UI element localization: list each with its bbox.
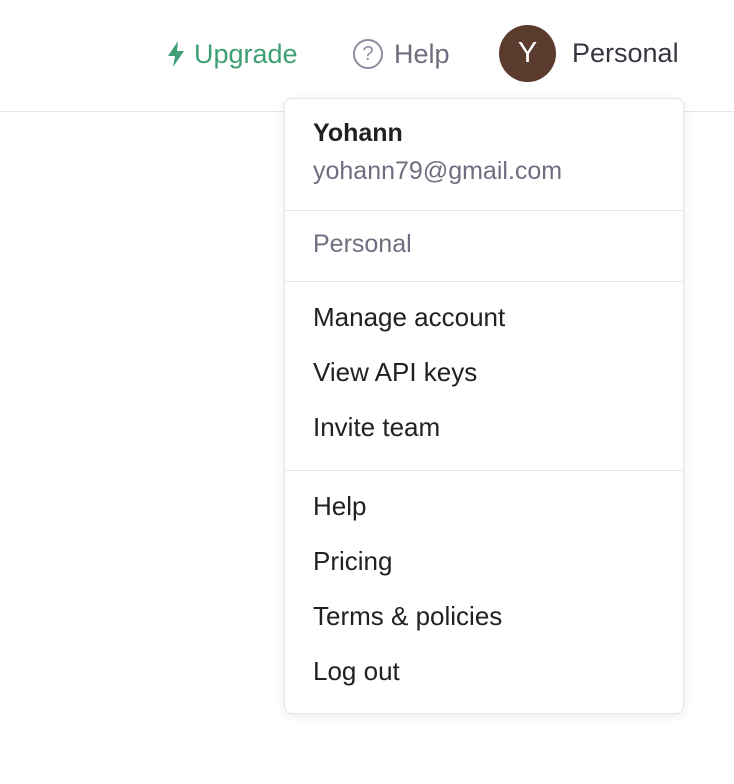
pricing-item[interactable]: Pricing [313, 546, 392, 577]
account-menu-button[interactable]: Y Personal [499, 25, 679, 82]
terms-policies-item[interactable]: Terms & policies [313, 601, 502, 632]
invite-team-item[interactable]: Invite team [313, 412, 440, 443]
organization-section: Personal [285, 211, 683, 282]
avatar: Y [499, 25, 556, 82]
general-actions-section: Help Pricing Terms & policies Log out [285, 471, 683, 714]
user-info: Yohann yohann79@gmail.com [285, 99, 683, 211]
account-dropdown-menu: Yohann yohann79@gmail.com Personal Manag… [284, 98, 684, 714]
manage-account-item[interactable]: Manage account [313, 302, 505, 333]
organization-label[interactable]: Personal [313, 230, 412, 259]
view-api-keys-item[interactable]: View API keys [313, 357, 477, 388]
question-circle-icon: ? [353, 39, 383, 69]
user-name: Yohann [313, 119, 403, 147]
help-link[interactable]: ? Help [353, 36, 450, 72]
help-item[interactable]: Help [313, 491, 366, 522]
top-bar: Upgrade ? Help Y Personal [0, 0, 734, 112]
user-email: yohann79@gmail.com [313, 157, 563, 185]
lightning-bolt-icon [166, 41, 186, 67]
upgrade-link[interactable]: Upgrade [166, 36, 298, 72]
account-actions-section: Manage account View API keys Invite team [285, 282, 683, 471]
upgrade-label: Upgrade [194, 38, 298, 69]
log-out-item[interactable]: Log out [313, 656, 400, 687]
account-label: Personal [572, 38, 679, 68]
help-label: Help [394, 38, 450, 69]
